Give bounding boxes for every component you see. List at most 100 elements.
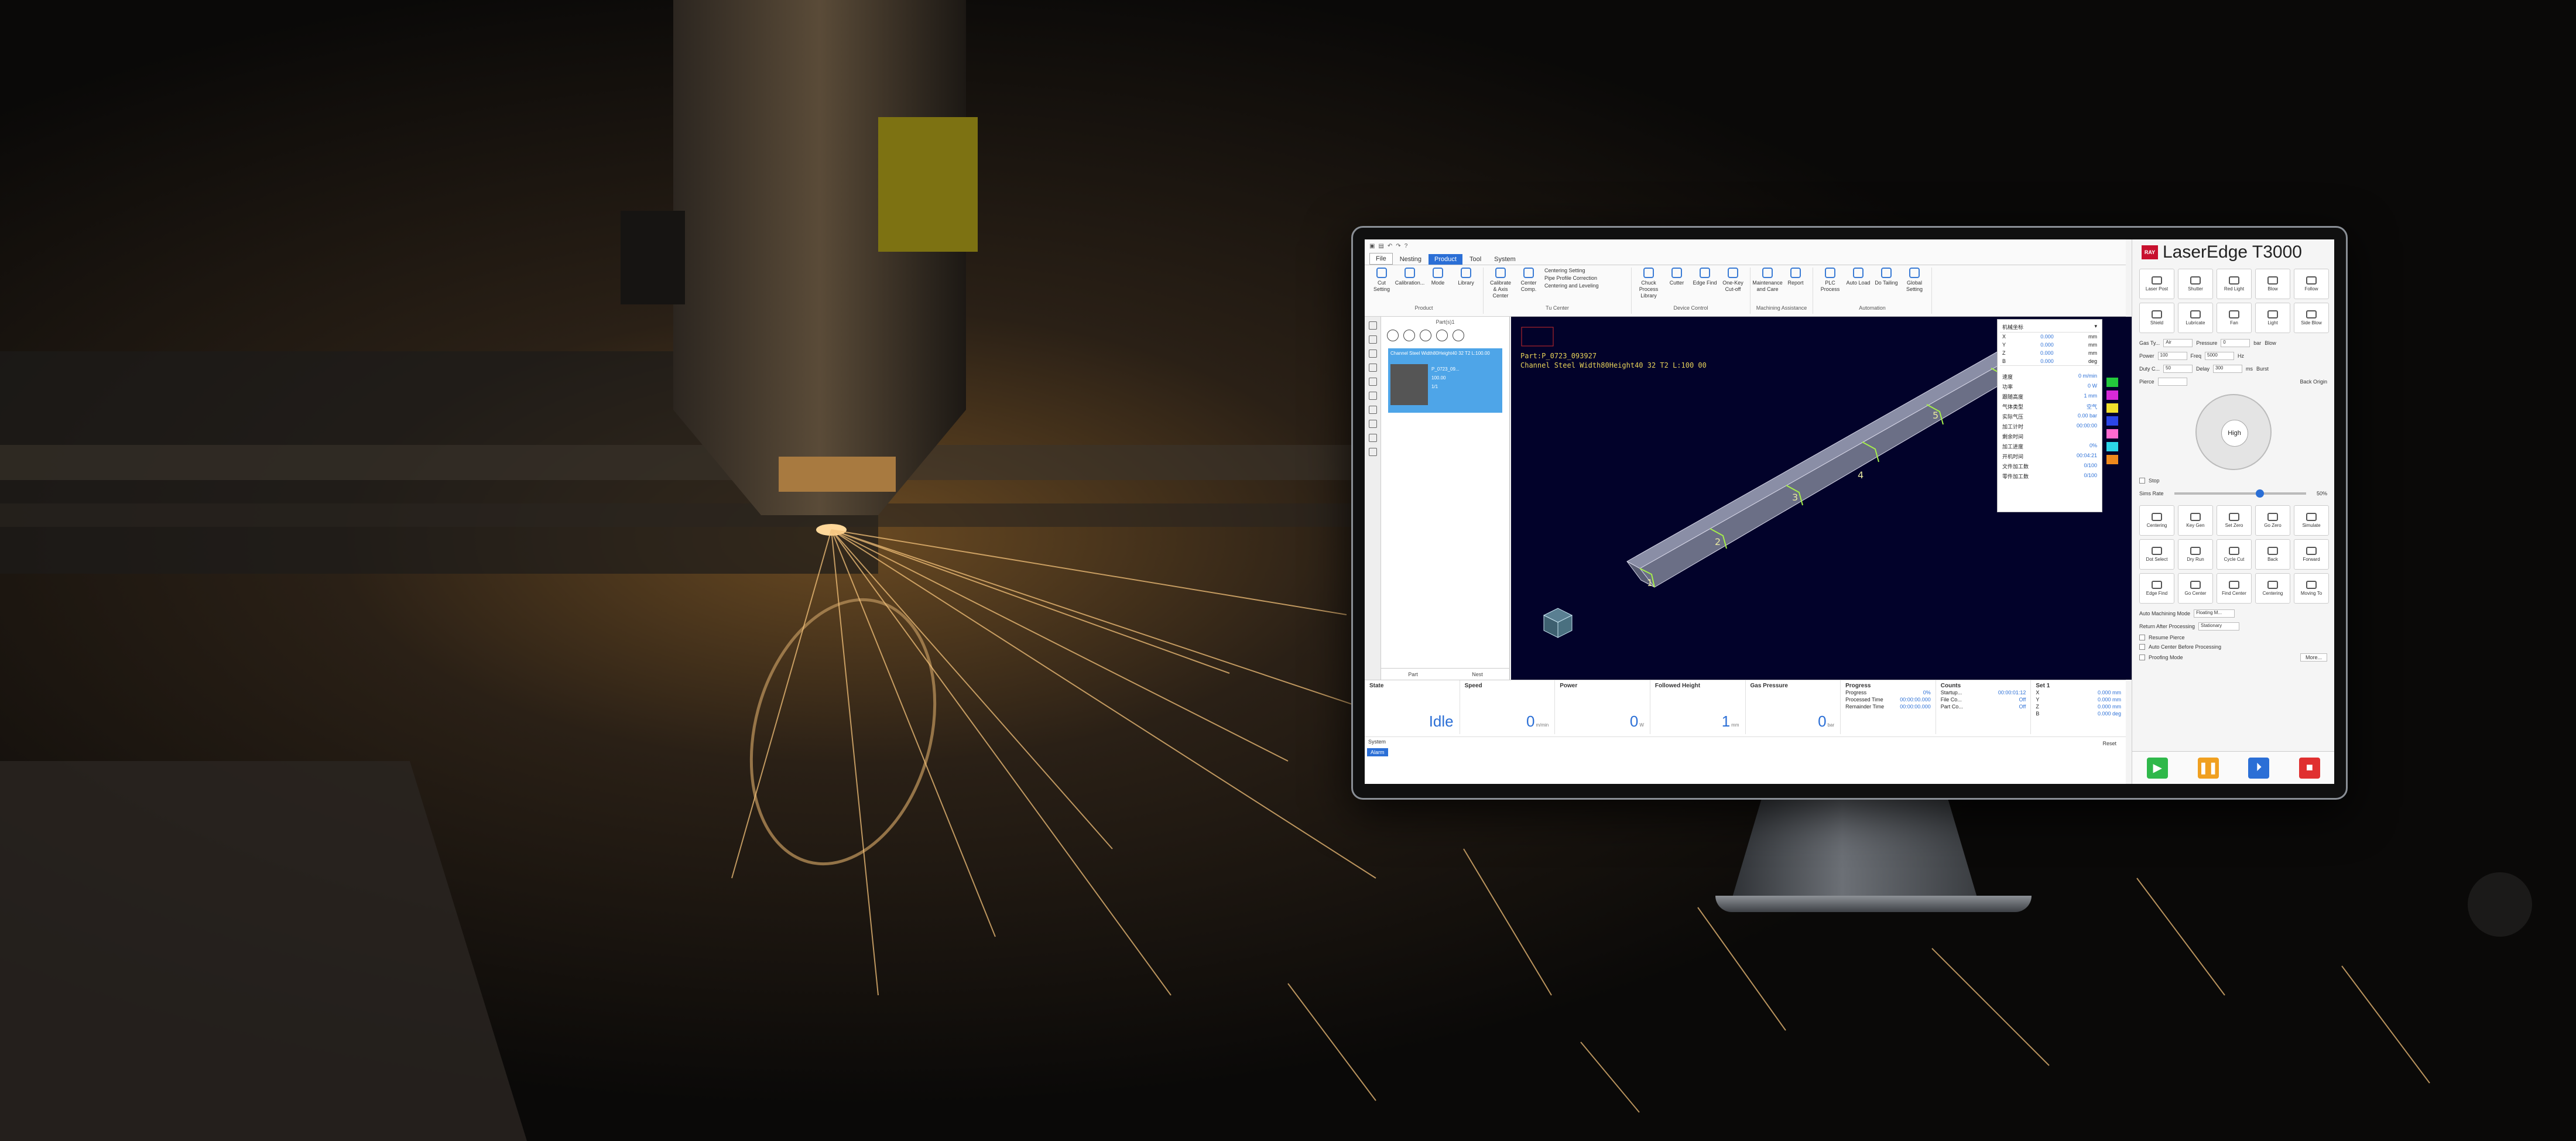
find-center-button[interactable]: Find Center xyxy=(2217,573,2252,604)
measure-tool-icon[interactable] xyxy=(1368,378,1377,386)
center-comp-button[interactable]: Center Comp. xyxy=(1516,268,1541,293)
tab-nest[interactable]: Nest xyxy=(1472,671,1483,677)
centering-fn-button[interactable]: Centering xyxy=(2139,505,2174,536)
resume-icon[interactable]: ⏵ xyxy=(2248,757,2270,779)
cycle-cut-button[interactable]: Cycle Cut xyxy=(2217,539,2252,570)
micro-joint-tool-icon[interactable] xyxy=(1368,448,1377,456)
undo-icon[interactable]: ↶ xyxy=(1388,243,1392,249)
dry-run-button[interactable]: Dry Run xyxy=(2178,539,2213,570)
back-button[interactable]: Back xyxy=(2255,539,2290,570)
chuck-process-library-button[interactable]: Chuck Process Library xyxy=(1636,268,1661,299)
pan-tool-icon[interactable] xyxy=(1368,335,1377,344)
do-tailing-button[interactable]: Do Tailing xyxy=(1874,268,1899,286)
layer-swatch[interactable] xyxy=(2106,429,2118,438)
import-part-icon[interactable] xyxy=(1403,330,1415,341)
calibrate-axis-center-button[interactable]: Calibrate & Axis Center xyxy=(1488,268,1513,299)
menu-file[interactable]: File xyxy=(1369,253,1393,265)
pressure-input[interactable]: 0 xyxy=(2221,339,2250,347)
maintenance-button[interactable]: Maintenance and Care xyxy=(1752,268,1783,293)
shield-button[interactable]: Shield xyxy=(2139,303,2174,333)
layer-swatch[interactable] xyxy=(2106,416,2118,426)
checkbox[interactable] xyxy=(2139,655,2145,660)
chevron-down-icon[interactable]: ▾ xyxy=(2094,323,2097,331)
reset-button[interactable]: Reset xyxy=(2102,741,2116,746)
red-light-button[interactable]: Red Light xyxy=(2217,269,2252,299)
set-zero-button[interactable]: Set Zero xyxy=(2217,505,2252,536)
check-resume-pierce[interactable]: Resume Pierce xyxy=(2132,633,2334,642)
rotate-tool-icon[interactable] xyxy=(1368,364,1377,372)
jog-speed-toggle[interactable]: High xyxy=(2221,420,2248,447)
plc-process-button[interactable]: PLC Process xyxy=(1818,268,1842,293)
layer-swatch[interactable] xyxy=(2106,455,2118,464)
return-after-select[interactable]: Stationary xyxy=(2198,622,2240,631)
layer-swatch[interactable] xyxy=(2106,403,2118,413)
moving-to-button[interactable]: Moving To xyxy=(2294,573,2329,604)
laser-post-button[interactable]: Laser Post xyxy=(2139,269,2174,299)
auto-load-button[interactable]: Auto Load xyxy=(1846,268,1871,286)
select-tool-icon[interactable] xyxy=(1368,321,1377,330)
fan-button[interactable]: Fan xyxy=(2217,303,2252,333)
more-button[interactable]: More... xyxy=(2300,653,2327,662)
centering-leveling-link[interactable]: Centering and Leveling xyxy=(1544,283,1626,289)
settings-part-icon[interactable] xyxy=(1453,330,1464,341)
stop-check[interactable]: Stop xyxy=(2132,476,2334,485)
shutter-button[interactable]: Shutter xyxy=(2178,269,2213,299)
edge-find-fn-button[interactable]: Edge Find xyxy=(2139,573,2174,604)
burst-button[interactable]: Burst xyxy=(2256,366,2269,372)
key-gen-button[interactable]: Key Gen xyxy=(2178,505,2213,536)
side-blow-button[interactable]: Side Blow xyxy=(2294,303,2329,333)
centering-setting-link[interactable]: Centering Setting xyxy=(1544,268,1626,273)
back-origin-button[interactable]: Back Origin xyxy=(2300,379,2327,385)
mode-button[interactable]: Mode xyxy=(1426,268,1450,286)
blow-small-button[interactable]: Blow xyxy=(2265,340,2276,346)
open-icon[interactable]: ▤ xyxy=(1378,243,1383,249)
pause-icon[interactable]: ❚❚ xyxy=(2197,757,2219,779)
machining-mode-select[interactable]: Floating M... xyxy=(2194,609,2235,618)
edge-find-button[interactable]: Edge Find xyxy=(1693,268,1717,286)
menu-system[interactable]: System xyxy=(1488,254,1522,265)
help-icon[interactable]: ? xyxy=(1405,243,1408,249)
cutter-button[interactable]: Cutter xyxy=(1664,268,1689,286)
menu-nesting[interactable]: Nesting xyxy=(1394,254,1427,265)
menu-tool[interactable]: Tool xyxy=(1464,254,1487,265)
stop-icon[interactable]: ■ xyxy=(2298,757,2320,779)
rate-slider[interactable] xyxy=(2174,489,2306,498)
layer-swatch[interactable] xyxy=(2106,378,2118,387)
zoom-tool-icon[interactable] xyxy=(1368,350,1377,358)
layer-swatch[interactable] xyxy=(2106,390,2118,400)
redo-icon[interactable]: ↷ xyxy=(1396,243,1400,249)
dot-select-button[interactable]: Dot Select xyxy=(2139,539,2174,570)
follow-button[interactable]: Follow xyxy=(2294,269,2329,299)
lubricate-button[interactable]: Lubricate xyxy=(2178,303,2213,333)
gas-type-select[interactable]: Air xyxy=(2163,339,2193,347)
checkbox[interactable] xyxy=(2139,644,2145,650)
stop-checkbox[interactable] xyxy=(2139,478,2145,484)
forward-button[interactable]: Forward xyxy=(2294,539,2329,570)
simulate-button[interactable]: Simulate xyxy=(2294,505,2329,536)
counts-row-value[interactable]: Off xyxy=(2019,704,2026,710)
pipe-profile-correction-link[interactable]: Pipe Profile Correction xyxy=(1544,275,1626,281)
lead-tool-icon[interactable] xyxy=(1368,392,1377,400)
counts-row-value[interactable]: Off xyxy=(2019,697,2026,703)
tab-system[interactable]: System xyxy=(1365,737,2126,746)
layer-swatch[interactable] xyxy=(2106,442,2118,451)
jog-pad[interactable]: High xyxy=(2195,394,2272,470)
library-button[interactable]: Library xyxy=(1454,268,1478,286)
delay-input[interactable]: 300 xyxy=(2213,365,2243,373)
start-icon[interactable]: ▶ xyxy=(2147,757,2169,779)
cut-setting-button[interactable]: Cut Setting xyxy=(1369,268,1394,293)
rate-slider-knob[interactable] xyxy=(2256,489,2265,498)
check-auto-center[interactable]: Auto Center Before Processing xyxy=(2132,642,2334,652)
part-card[interactable]: Channel Steel Width80Height40 32 T2 L:10… xyxy=(1388,348,1502,413)
tab-part[interactable]: Part xyxy=(1408,671,1418,677)
delete-part-icon[interactable] xyxy=(1420,330,1431,341)
bridge-tool-icon[interactable] xyxy=(1368,406,1377,414)
blow-button[interactable]: Blow xyxy=(2255,269,2290,299)
compensation-tool-icon[interactable] xyxy=(1368,434,1377,442)
view-cube-icon[interactable] xyxy=(1543,608,1573,638)
freq-input[interactable]: 5000 xyxy=(2205,352,2235,360)
check-proofing[interactable]: Proofing Mode More... xyxy=(2132,652,2334,663)
go-zero-button[interactable]: Go Zero xyxy=(2255,505,2290,536)
report-button[interactable]: Report xyxy=(1783,268,1808,286)
global-setting-button[interactable]: Global Setting xyxy=(1902,268,1927,293)
